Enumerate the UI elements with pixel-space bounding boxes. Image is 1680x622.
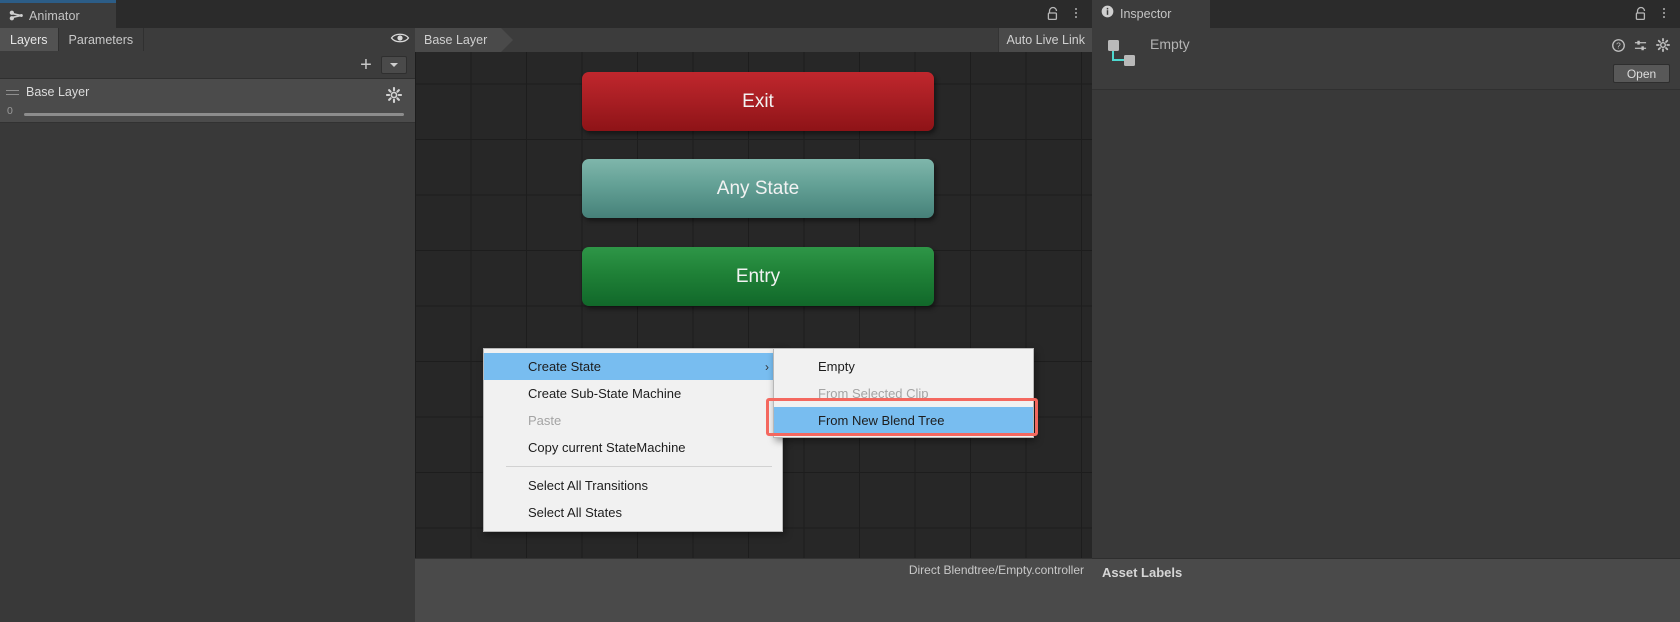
inspector-tabstrip: Inspector <box>1092 0 1680 28</box>
chevron-down-icon <box>390 63 398 67</box>
help-icon[interactable]: ? <box>1612 38 1625 57</box>
inspector-panel: Inspector Empty ? Open Asset Labels <box>1092 0 1680 622</box>
lock-open-icon[interactable] <box>1046 6 1060 21</box>
inspector-body <box>1092 90 1680 558</box>
state-node-any-state-label: Any State <box>716 177 800 199</box>
info-circle-icon <box>1101 5 1114 23</box>
context-submenu-create-state[interactable]: Empty From Selected Clip From New Blend … <box>773 348 1034 438</box>
context-menu-item-paste: Paste <box>484 407 782 434</box>
lock-open-icon[interactable] <box>1634 6 1648 21</box>
state-node-entry-label: Entry <box>735 265 781 287</box>
more-options-icon[interactable] <box>1070 5 1082 21</box>
animator-state-graph[interactable]: Exit Any State Entry <box>415 28 1092 622</box>
tab-inspector-label: Inspector <box>1120 7 1172 21</box>
subtab-layers[interactable]: Layers <box>0 28 59 51</box>
submenu-item-from-selected-clip: From Selected Clip <box>774 380 1033 407</box>
tab-inspector[interactable]: Inspector <box>1092 0 1210 28</box>
animator-tabstrip: Animator <box>0 0 1092 28</box>
context-menu-item-copy-current-statemachine-label: Copy current StateMachine <box>528 440 686 455</box>
context-menu-separator <box>506 466 772 467</box>
context-menu-item-paste-label: Paste <box>528 413 562 428</box>
more-options-icon[interactable] <box>1658 5 1670 21</box>
drag-handle-icon[interactable] <box>6 90 19 97</box>
open-button[interactable]: Open <box>1613 64 1670 83</box>
context-menu-item-create-sub-state-machine-label: Create Sub-State Machine <box>528 386 682 401</box>
auto-live-link-button[interactable]: Auto Live Link <box>998 28 1092 52</box>
layer-name-label: Base Layer <box>26 85 90 99</box>
state-node-entry[interactable]: Entry <box>582 247 934 306</box>
gear-icon[interactable] <box>1656 38 1670 57</box>
context-menu[interactable]: Create State › Create Sub-State Machine … <box>483 348 783 532</box>
context-menu-item-select-all-states[interactable]: Select All States <box>484 499 782 526</box>
svg-text:?: ? <box>1616 40 1621 50</box>
layer-weight-slider[interactable] <box>24 113 404 116</box>
auto-live-link-label: Auto Live Link <box>1006 33 1085 47</box>
breadcrumb-bar: Base Layer Auto Live Link <box>415 28 1092 52</box>
tab-animator-label: Animator <box>29 8 80 23</box>
animator-bone-icon <box>9 9 24 22</box>
open-button-label: Open <box>1626 66 1657 81</box>
state-node-exit[interactable]: Exit <box>582 72 934 131</box>
inspector-title: Empty <box>1150 36 1190 52</box>
unity-editor-window: Animator Layers Parameters + Base Layer … <box>0 0 1680 622</box>
submenu-item-from-new-blend-tree[interactable]: From New Blend Tree <box>774 407 1033 434</box>
layer-weight-value: 0 <box>7 105 13 117</box>
layers-toolbar: + <box>0 51 415 79</box>
state-node-exit-label: Exit <box>742 90 774 112</box>
context-menu-item-select-all-transitions[interactable]: Select All Transitions <box>484 472 782 499</box>
state-node-any-state[interactable]: Any State <box>582 159 934 218</box>
gear-icon[interactable] <box>385 86 403 104</box>
subtab-layers-label: Layers <box>10 32 48 47</box>
animator-subtabs: Layers Parameters <box>0 28 415 51</box>
context-menu-item-create-sub-state-machine[interactable]: Create Sub-State Machine <box>484 380 782 407</box>
subtab-parameters[interactable]: Parameters <box>58 28 145 51</box>
breadcrumb-base-layer[interactable]: Base Layer <box>415 28 514 52</box>
add-layer-button[interactable]: + <box>355 55 377 75</box>
asset-labels-section[interactable]: Asset Labels <box>1092 558 1680 622</box>
context-menu-item-create-state-label: Create State <box>528 359 601 374</box>
asset-labels-title: Asset Labels <box>1102 565 1183 580</box>
context-menu-item-create-state[interactable]: Create State › <box>484 353 782 380</box>
layer-list-item-base-layer[interactable]: Base Layer 0 <box>0 79 415 123</box>
animator-panel: Animator Layers Parameters + Base Layer … <box>0 0 1092 622</box>
graph-status-text: Direct Blendtree/Empty.controller <box>908 563 1084 577</box>
submenu-item-empty-label: Empty <box>818 359 855 374</box>
submenu-item-empty[interactable]: Empty <box>774 353 1033 380</box>
context-menu-item-select-all-transitions-label: Select All Transitions <box>528 478 648 493</box>
tab-animator[interactable]: Animator <box>0 0 116 28</box>
submenu-item-from-new-blend-tree-label: From New Blend Tree <box>818 413 945 428</box>
inspector-header-icons: ? <box>1612 38 1670 57</box>
eye-visibility-icon[interactable] <box>390 31 410 48</box>
graph-status-bar: Direct Blendtree/Empty.controller <box>415 558 1092 622</box>
preset-icon[interactable] <box>1634 39 1647 57</box>
chevron-right-icon: › <box>765 359 769 374</box>
inspector-header: Empty ? Open <box>1092 28 1680 90</box>
add-layer-label: + <box>360 54 372 76</box>
animator-controller-icon <box>1105 36 1139 70</box>
layers-dropdown-button[interactable] <box>381 56 407 74</box>
submenu-item-from-selected-clip-label: From Selected Clip <box>818 386 929 401</box>
subtabs-filler <box>144 28 415 51</box>
context-menu-item-copy-current-statemachine[interactable]: Copy current StateMachine <box>484 434 782 461</box>
layers-list-empty-area <box>0 123 415 622</box>
breadcrumb-base-layer-label: Base Layer <box>424 33 488 47</box>
subtab-parameters-label: Parameters <box>68 32 134 47</box>
context-menu-item-select-all-states-label: Select All States <box>528 505 622 520</box>
